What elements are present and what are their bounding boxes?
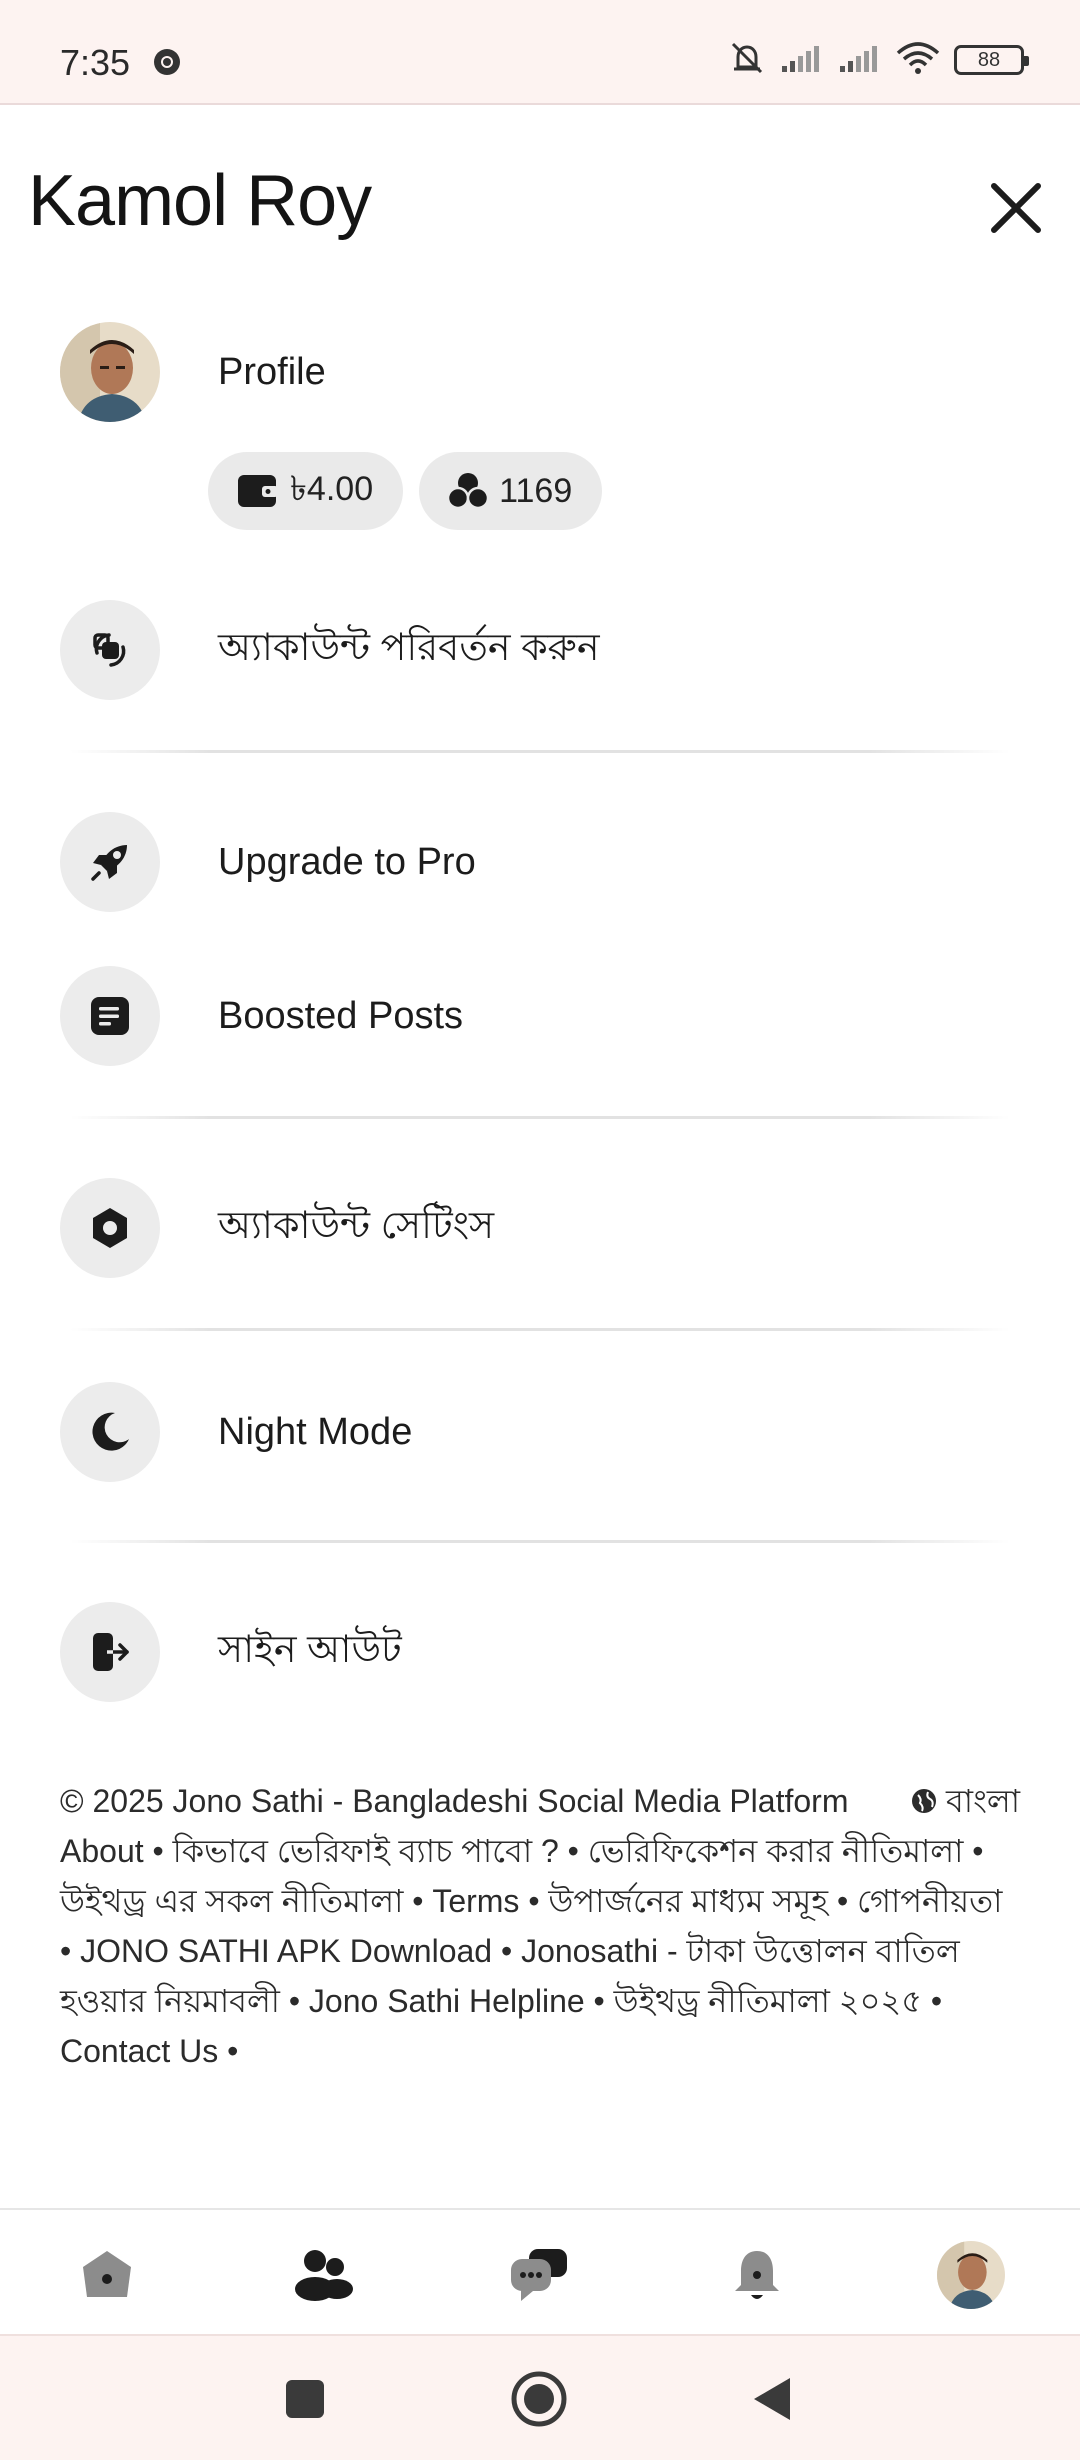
- upgrade-label: Upgrade to Pro: [218, 840, 476, 883]
- footer: © 2025 Jono Sathi - Bangladeshi Social M…: [60, 1776, 1020, 2076]
- back-icon: [754, 2378, 790, 2420]
- sign-out-label: সাইন আউট: [218, 1629, 402, 1671]
- avatar: [60, 322, 160, 422]
- back-button[interactable]: [740, 2366, 806, 2432]
- wifi-icon: [896, 41, 940, 80]
- close-button[interactable]: [980, 172, 1052, 244]
- moon-icon: [60, 1382, 160, 1482]
- recents-button[interactable]: [272, 2366, 338, 2432]
- wallet-icon: [238, 475, 278, 507]
- account-settings-label: অ্যাকাউন্ট সেটিংস: [218, 1205, 495, 1247]
- divider: [70, 1116, 1010, 1119]
- night-mode-toggle[interactable]: Night Mode: [60, 1382, 1020, 1482]
- boosted-posts-label: Boosted Posts: [218, 994, 464, 1037]
- divider: [70, 750, 1010, 753]
- profile-row[interactable]: Profile: [60, 322, 1020, 422]
- document-icon: [60, 966, 160, 1066]
- coins-icon: [447, 473, 490, 510]
- night-mode-label: Night Mode: [218, 1410, 413, 1453]
- bottom-nav: [0, 2208, 1080, 2334]
- chrome-icon: [152, 47, 182, 77]
- friends-icon: [295, 2250, 353, 2301]
- profile-chips: ৳4.00 1169: [208, 452, 603, 530]
- account-settings-button[interactable]: অ্যাকাউন্ট সেটিংস: [60, 1178, 1020, 1278]
- signal-icon: [838, 42, 882, 79]
- mute-icon: [728, 39, 766, 82]
- settings-icon: [60, 1178, 160, 1278]
- recents-icon: [286, 2380, 324, 2418]
- sign-out-button[interactable]: সাইন আউট: [60, 1602, 1020, 1702]
- page-title: Kamol Roy: [28, 161, 372, 241]
- switch-account-button[interactable]: অ্যাকাউন্ট পরিবর্তন করুন: [60, 600, 1020, 700]
- nav-messages[interactable]: [504, 2240, 574, 2310]
- wallet-chip[interactable]: ৳4.00: [208, 452, 404, 530]
- globe-icon: [912, 1789, 936, 1813]
- upgrade-to-pro-button[interactable]: Upgrade to Pro: [60, 812, 1020, 912]
- messages-icon: [511, 2249, 567, 2301]
- copyright-text: © 2025 Jono Sathi - Bangladeshi Social M…: [60, 1783, 849, 1819]
- status-time: 7:35: [60, 42, 131, 83]
- divider: [70, 1328, 1010, 1331]
- language-selector[interactable]: বাংলা: [910, 1776, 1020, 1826]
- home-button[interactable]: [506, 2366, 572, 2432]
- sign-out-icon: [60, 1602, 160, 1702]
- status-icons: 88: [728, 39, 1029, 82]
- profile-label: Profile: [218, 350, 326, 393]
- footer-links[interactable]: About • কিভাবে ভেরিফাই ব্যাচ পাবো ? • ভে…: [60, 1826, 1020, 2076]
- close-icon: [991, 183, 1041, 233]
- status-bar: 7:35 88: [0, 0, 1080, 105]
- battery-icon: 88: [954, 45, 1029, 75]
- divider: [70, 1540, 1010, 1543]
- home-circle-icon: [511, 2371, 567, 2427]
- rocket-icon: [60, 812, 160, 912]
- home-icon: [83, 2251, 131, 2297]
- boosted-posts-button[interactable]: Boosted Posts: [60, 966, 1020, 1066]
- nav-profile[interactable]: [936, 2240, 1006, 2310]
- avatar: [937, 2241, 1005, 2309]
- system-nav-bar: [0, 2334, 1080, 2460]
- switch-account-icon: [60, 600, 160, 700]
- language-label: বাংলা: [946, 1783, 1020, 1819]
- points-chip[interactable]: 1169: [419, 452, 603, 530]
- signal-icon: [780, 42, 824, 79]
- nav-home[interactable]: [72, 2240, 142, 2310]
- nav-friends[interactable]: [288, 2240, 358, 2310]
- notifications-icon: [735, 2251, 779, 2299]
- switch-account-label: অ্যাকাউন্ট পরিবর্তন করুন: [218, 627, 600, 669]
- nav-notifications[interactable]: [722, 2240, 792, 2310]
- wallet-amount: ৳4.00: [290, 469, 374, 508]
- points-count: 1169: [499, 471, 573, 510]
